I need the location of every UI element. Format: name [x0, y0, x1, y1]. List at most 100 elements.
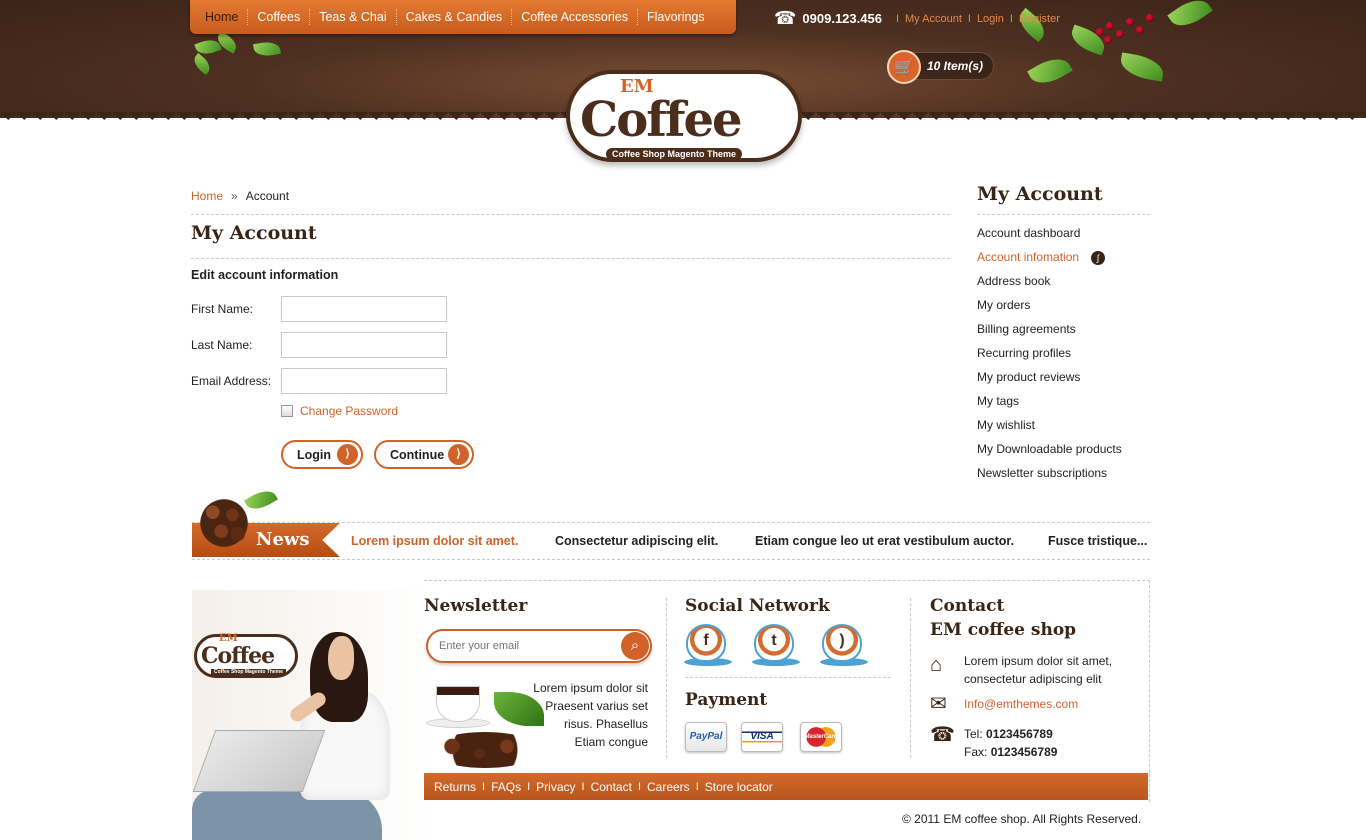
- news-item[interactable]: Consectetur adipiscing elit.: [555, 534, 718, 548]
- separator: I: [895, 12, 900, 25]
- first-name-field[interactable]: [281, 296, 447, 322]
- separator: I: [637, 780, 641, 793]
- breadcrumb-home[interactable]: Home: [191, 189, 223, 203]
- phone-icon: ☎: [774, 8, 797, 28]
- last-name-field[interactable]: [281, 332, 447, 358]
- payment-title: Payment: [685, 690, 768, 710]
- continue-button-label: Continue: [390, 447, 445, 462]
- coffee-cherry: [1116, 30, 1124, 38]
- coffee-cherry: [1126, 18, 1134, 26]
- my-account-link[interactable]: My Account: [905, 13, 962, 25]
- sidebar-item-label: My product reviews: [977, 370, 1081, 384]
- sidebar-item-account-dashboard[interactable]: Account dashboard: [977, 226, 1122, 250]
- contact-title-line: Contact: [930, 596, 1005, 616]
- breadcrumb-current: Account: [245, 189, 290, 203]
- sidebar-item-downloadable-products[interactable]: My Downloadable products: [977, 442, 1122, 466]
- sidebar-item-address-book[interactable]: Address book: [977, 274, 1122, 298]
- continue-button[interactable]: Continue ⟩: [374, 440, 474, 469]
- last-name-label: Last Name:: [191, 338, 253, 352]
- sidebar-item-my-orders[interactable]: My orders: [977, 298, 1122, 322]
- image-part: ): [822, 624, 862, 662]
- separator: I: [967, 12, 971, 25]
- copyright: © 2011 EM coffee shop. All Rights Reserv…: [902, 812, 1142, 826]
- sidebar-item-my-tags[interactable]: My tags: [977, 394, 1122, 418]
- separator: I: [1009, 12, 1013, 25]
- sidebar-item-product-reviews[interactable]: My product reviews: [977, 370, 1122, 394]
- phone-number: 0909.123.456: [802, 11, 882, 26]
- laptop-image: [192, 730, 326, 792]
- sidebar-item-newsletter-subscriptions[interactable]: Newsletter subscriptions: [977, 466, 1122, 490]
- login-link[interactable]: Login: [977, 13, 1004, 25]
- sidebar-item-label: My orders: [977, 298, 1031, 312]
- contact-phones: Tel: 0123456789 Fax: 0123456789: [964, 725, 1057, 761]
- footer-logo[interactable]: EM Coffee Coffee Shop Magento Theme: [194, 633, 298, 678]
- footer-link-returns[interactable]: Returns: [434, 780, 476, 794]
- footer-link-privacy[interactable]: Privacy: [536, 780, 575, 794]
- facebook-icon[interactable]: f: [684, 624, 732, 668]
- sidebar-item-label: Address book: [977, 274, 1051, 288]
- sidebar-item-recurring-profiles[interactable]: Recurring profiles: [977, 346, 1122, 370]
- divider: [977, 214, 1150, 215]
- nav-item-flavorings[interactable]: Flavorings: [638, 9, 714, 25]
- address-line: consectetur adipiscing elit: [964, 672, 1102, 686]
- site-logo[interactable]: EM Coffee Coffee Shop Magento Theme: [566, 70, 802, 162]
- cart-count: 10 Item(s): [927, 59, 984, 73]
- breadcrumb: Home » Account: [191, 189, 289, 203]
- newsletter-search-button[interactable]: ⌕: [621, 632, 649, 660]
- contact-email: Info@emthemes.com: [964, 695, 1078, 713]
- change-password-label[interactable]: Change Password: [300, 404, 398, 418]
- email-label: Email Address:: [191, 374, 272, 388]
- nav-item-teas-chai[interactable]: Teas & Chai: [310, 9, 397, 25]
- logo-wordmark: Coffee: [201, 643, 275, 669]
- rss-icon[interactable]: ): [820, 624, 868, 668]
- logo-tagline: Coffee Shop Magento Theme: [606, 148, 743, 160]
- sidebar-item-account-information[interactable]: Account infomation ∫: [977, 250, 1122, 274]
- news-item[interactable]: Fusce tristique...: [1048, 534, 1147, 548]
- news-item[interactable]: Lorem ipsum dolor sit amet.: [351, 534, 518, 548]
- sidebar-item-label: Account dashboard: [977, 226, 1081, 240]
- nav-item-cakes-candies[interactable]: Cakes & Candies: [397, 9, 513, 25]
- nav-item-home[interactable]: Home: [196, 9, 249, 25]
- news-item[interactable]: Etiam congue leo ut erat vestibulum auct…: [755, 534, 1014, 548]
- sidebar-title: My Account: [977, 183, 1103, 205]
- logo-tagline: Coffee Shop Magento Theme: [211, 669, 286, 675]
- sidebar-item-billing-agreements[interactable]: Billing agreements: [977, 322, 1122, 346]
- cart-icon: 🛒: [887, 50, 921, 84]
- sidebar-item-my-wishlist[interactable]: My wishlist: [977, 418, 1122, 442]
- contact-email-link[interactable]: Info@emthemes.com: [964, 697, 1078, 711]
- login-button[interactable]: Login ⟩: [281, 440, 363, 469]
- footer-link-careers[interactable]: Careers: [647, 780, 690, 794]
- top-links: ☎ 0909.123.456 I My Account I Login I Re…: [774, 8, 1060, 29]
- image-part: [436, 686, 480, 722]
- twitter-icon[interactable]: t: [752, 624, 800, 668]
- social-network-title: Social Network: [685, 596, 830, 616]
- footer-link-contact[interactable]: Contact: [591, 780, 632, 794]
- nav-item-coffees[interactable]: Coffees: [248, 9, 311, 25]
- change-password-checkbox[interactable]: [281, 405, 293, 417]
- sidebar-item-label: My wishlist: [977, 418, 1036, 432]
- tel-label: Tel:: [964, 727, 983, 741]
- coffee-cherry: [1106, 22, 1114, 30]
- email-field[interactable]: [281, 368, 447, 394]
- section-title: Edit account information: [191, 268, 339, 282]
- footer-link-store-locator[interactable]: Store locator: [705, 780, 773, 794]
- main-navigation: Home Coffees Teas & Chai Cakes & Candies…: [190, 0, 736, 34]
- coffee-cherry: [1136, 26, 1144, 34]
- coffee-bean-icon: ∫: [1091, 251, 1106, 265]
- coffee-cherry: [1104, 36, 1112, 44]
- sidebar-item-label: Account infomation: [977, 250, 1080, 264]
- visa-icon: VISA: [741, 722, 783, 752]
- newsletter-email-input[interactable]: [426, 629, 652, 663]
- footer-link-faqs[interactable]: FAQs: [491, 780, 521, 794]
- mini-cart[interactable]: 🛒 10 Item(s): [887, 50, 994, 84]
- news-label: News: [256, 529, 310, 550]
- nav-item-coffee-accessories[interactable]: Coffee Accessories: [512, 9, 638, 25]
- newsletter-text-line: Lorem ipsum dolor sit: [533, 681, 648, 695]
- coffee-bean-icon: ⟩: [448, 444, 469, 465]
- register-link[interactable]: Register: [1019, 13, 1060, 25]
- logo-wordmark: Coffee: [580, 92, 743, 148]
- mail-icon: ✉: [930, 693, 947, 715]
- coffee-bean-icon: ⟩: [337, 444, 358, 465]
- separator: I: [482, 780, 486, 793]
- newsletter-text: Lorem ipsum dolor sit Praesent varius se…: [518, 679, 648, 751]
